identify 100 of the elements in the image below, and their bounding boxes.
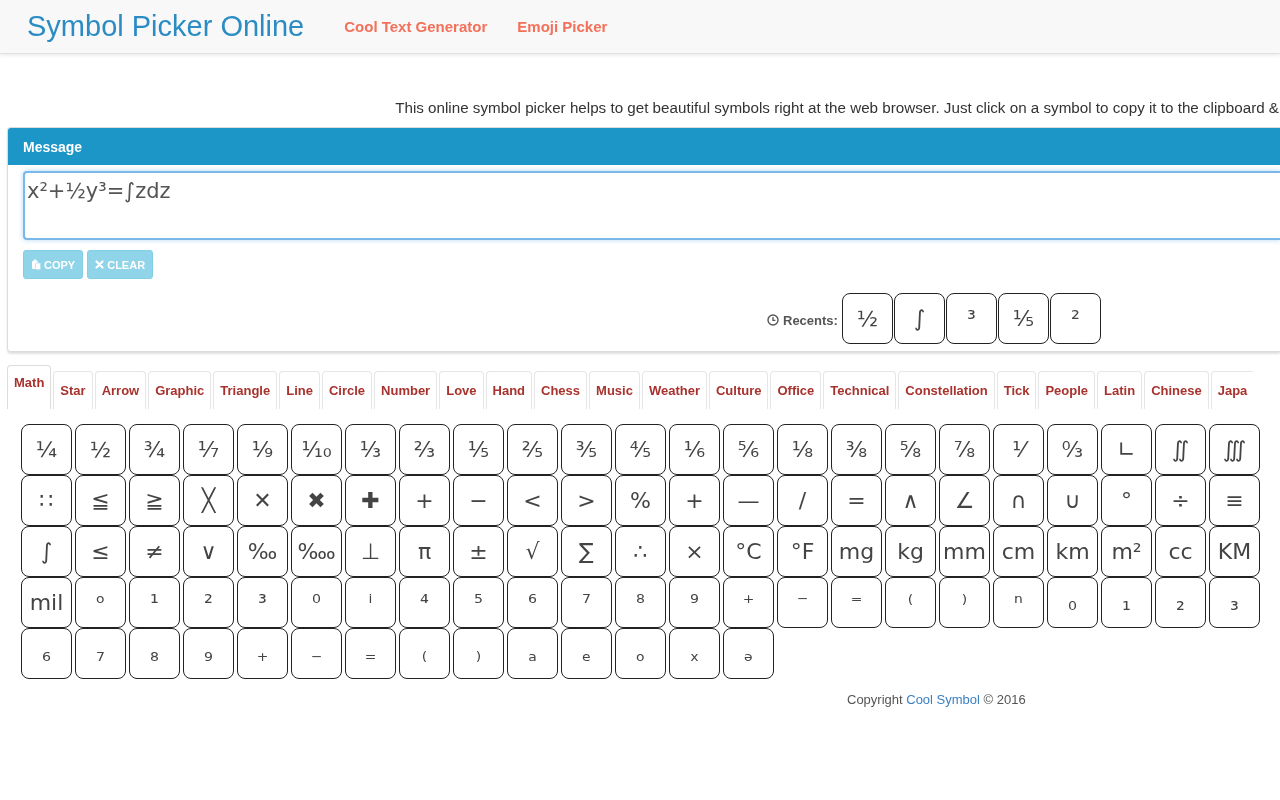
symbol-key[interactable]: km xyxy=(1047,526,1098,577)
symbol-key[interactable]: ¾ xyxy=(129,424,180,475)
symbol-key[interactable]: mg xyxy=(831,526,882,577)
category-tab[interactable]: Music xyxy=(589,371,640,409)
symbol-key[interactable]: < xyxy=(507,475,558,526)
symbol-key[interactable]: ⁽ xyxy=(885,577,936,628)
symbol-key[interactable]: ³ xyxy=(237,577,288,628)
symbol-key[interactable]: ⅓ xyxy=(345,424,396,475)
symbol-key[interactable]: ¼ xyxy=(21,424,72,475)
symbol-key[interactable]: ⅒ xyxy=(291,424,342,475)
symbol-key[interactable]: ₌ xyxy=(345,628,396,679)
symbol-key[interactable]: — xyxy=(723,475,774,526)
symbol-key[interactable]: ₒ xyxy=(615,628,666,679)
symbol-key[interactable]: = xyxy=(831,475,882,526)
symbol-key[interactable]: ⁹ xyxy=(669,577,720,628)
symbol-key[interactable]: ≤ xyxy=(75,526,126,577)
symbol-key[interactable]: ∴ xyxy=(615,526,666,577)
symbol-key[interactable]: ⁼ xyxy=(831,577,882,628)
symbol-key[interactable]: ₈ xyxy=(129,628,180,679)
symbol-key[interactable]: ⅞ xyxy=(939,424,990,475)
symbol-key[interactable]: ∠ xyxy=(939,475,990,526)
symbol-key[interactable]: ⅔ xyxy=(399,424,450,475)
category-tab[interactable]: Math xyxy=(7,365,52,409)
symbol-key[interactable]: ⅟ xyxy=(993,424,1044,475)
symbol-key[interactable]: °F xyxy=(777,526,828,577)
symbol-key[interactable]: m² xyxy=(1101,526,1152,577)
symbol-key[interactable]: ∫ xyxy=(21,526,72,577)
symbol-key[interactable]: ⁶ xyxy=(507,577,558,628)
category-tab[interactable]: Circle xyxy=(321,371,373,409)
recent-symbol-key[interactable]: ³ xyxy=(945,293,997,344)
symbol-key[interactable]: ∪ xyxy=(1047,475,1098,526)
symbol-key[interactable]: ₍ xyxy=(399,628,450,679)
symbol-key[interactable]: °C xyxy=(723,526,774,577)
symbol-key[interactable]: ≦ xyxy=(75,475,126,526)
symbol-key[interactable]: ⁾ xyxy=(939,577,990,628)
symbol-key[interactable]: ₂ xyxy=(1155,577,1206,628)
symbol-key[interactable]: ⁱ xyxy=(345,577,396,628)
symbol-key[interactable]: ✚ xyxy=(345,475,396,526)
symbol-key[interactable]: ₃ xyxy=(1209,577,1260,628)
category-tab[interactable]: Latin xyxy=(1097,371,1143,409)
symbol-key[interactable]: ¹ xyxy=(129,577,180,628)
cool-symbol-link[interactable]: Cool Symbol xyxy=(906,692,980,707)
symbol-key[interactable]: ∷ xyxy=(21,475,72,526)
category-tab[interactable]: Tick xyxy=(996,371,1037,409)
symbol-key[interactable]: ⅖ xyxy=(507,424,558,475)
symbol-key[interactable]: ‰ xyxy=(237,526,288,577)
message-field[interactable]: x²+½y³=∫zdz xyxy=(23,171,1280,240)
symbol-key[interactable]: + xyxy=(669,475,720,526)
symbol-key[interactable]: ₊ xyxy=(237,628,288,679)
symbol-key[interactable]: ≡ xyxy=(1209,475,1260,526)
category-tab[interactable]: Love xyxy=(439,371,484,409)
symbol-key[interactable]: ² xyxy=(183,577,234,628)
symbol-key[interactable]: ⁺ xyxy=(723,577,774,628)
symbol-key[interactable]: √ xyxy=(507,526,558,577)
symbol-key[interactable]: kg xyxy=(885,526,936,577)
symbol-key[interactable]: ₑ xyxy=(561,628,612,679)
symbol-key[interactable]: % xyxy=(615,475,666,526)
symbol-key[interactable]: ⁰ xyxy=(291,577,342,628)
symbol-key[interactable]: ⅚ xyxy=(723,424,774,475)
symbol-key[interactable]: ✕ xyxy=(237,475,288,526)
category-tab[interactable]: Japa xyxy=(1210,371,1254,409)
category-tab[interactable]: Arrow xyxy=(94,371,147,409)
category-tab[interactable]: Weather xyxy=(641,371,707,409)
symbol-key[interactable]: ⁿ xyxy=(993,577,1044,628)
symbol-key[interactable]: ᵒ xyxy=(75,577,126,628)
category-tab[interactable]: Hand xyxy=(485,371,533,409)
symbol-key[interactable]: ₐ xyxy=(507,628,558,679)
symbol-key[interactable]: ╳ xyxy=(183,475,234,526)
symbol-key[interactable]: ∟ xyxy=(1101,424,1152,475)
symbol-key[interactable]: ⅐ xyxy=(183,424,234,475)
category-tab[interactable]: Technical xyxy=(823,371,897,409)
symbol-key[interactable]: ⅕ xyxy=(453,424,504,475)
symbol-key[interactable]: + xyxy=(399,475,450,526)
symbol-key[interactable]: ∨ xyxy=(183,526,234,577)
symbol-key[interactable]: ⁷ xyxy=(561,577,612,628)
category-tab[interactable]: People xyxy=(1038,371,1096,409)
category-tab[interactable]: Line xyxy=(279,371,320,409)
category-tab[interactable]: Chinese xyxy=(1144,371,1209,409)
category-tab[interactable]: Number xyxy=(374,371,438,409)
symbol-key[interactable]: ₋ xyxy=(291,628,342,679)
recent-symbol-key[interactable]: ½ xyxy=(841,293,893,344)
symbol-key[interactable]: ↉ xyxy=(1047,424,1098,475)
symbol-key[interactable]: ⁸ xyxy=(615,577,666,628)
symbol-key[interactable]: ⅛ xyxy=(777,424,828,475)
symbol-key[interactable]: ‱ xyxy=(291,526,342,577)
category-tab[interactable]: Star xyxy=(53,371,93,409)
symbol-key[interactable]: ₆ xyxy=(21,628,72,679)
symbol-key[interactable]: ∭ xyxy=(1209,424,1260,475)
category-tab[interactable]: Triangle xyxy=(213,371,278,409)
symbol-key[interactable]: ₎ xyxy=(453,628,504,679)
symbol-key[interactable]: ⅘ xyxy=(615,424,666,475)
category-tab[interactable]: Graphic xyxy=(148,371,212,409)
symbol-key[interactable]: ⅙ xyxy=(669,424,720,475)
category-tab[interactable]: Culture xyxy=(708,371,769,409)
symbol-key[interactable]: ± xyxy=(453,526,504,577)
recent-symbol-key[interactable]: ² xyxy=(1049,293,1101,344)
symbol-key[interactable]: ⅜ xyxy=(831,424,882,475)
symbol-key[interactable]: / xyxy=(777,475,828,526)
symbol-key[interactable]: mm xyxy=(939,526,990,577)
category-tab[interactable]: Constellation xyxy=(898,371,995,409)
